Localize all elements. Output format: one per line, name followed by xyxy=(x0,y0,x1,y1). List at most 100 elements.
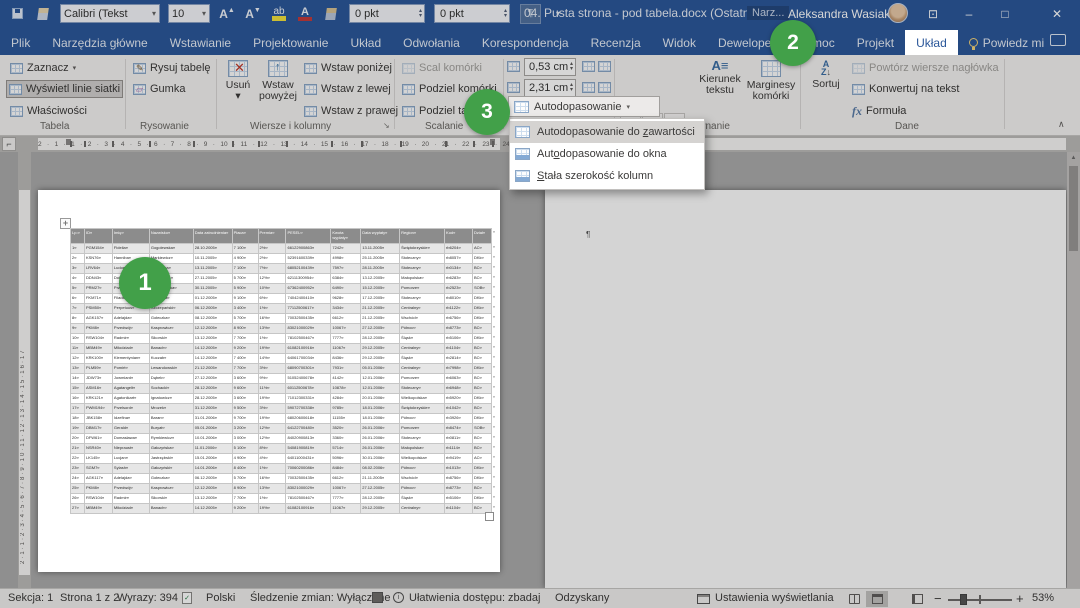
table-cell[interactable]: DKk¤ xyxy=(472,364,491,374)
table-cell[interactable]: 64122700480¤ xyxy=(286,424,331,434)
table-cell[interactable]: 26.01.2006¤ xyxy=(361,424,400,434)
table-cell[interactable]: 10.01.2006¤ xyxy=(193,434,232,444)
table-cell[interactable]: 5 100¤ xyxy=(232,444,258,454)
macro-icon[interactable] xyxy=(372,592,383,603)
table-cell[interactable]: rb1013¤ xyxy=(445,464,473,474)
table-cell[interactable]: 21.11.2005¤ xyxy=(361,474,400,484)
table-cell[interactable]: 01.12.2005¤ xyxy=(193,294,232,304)
tab-recenzja[interactable]: Recenzja xyxy=(580,30,652,55)
table-cell[interactable]: 27.12.2005¤ xyxy=(361,484,400,494)
table-cell[interactable]: Śląsk¤ xyxy=(400,334,445,344)
table-cell[interactable]: 83021000029¤ xyxy=(286,324,331,334)
cell-margins-button[interactable]: Marginesy komórki xyxy=(746,57,796,117)
status-section[interactable]: Sekcja: 1 xyxy=(8,592,53,604)
table-cell[interactable]: Śląsk¤ xyxy=(400,354,445,364)
collapse-ribbon-icon[interactable]: ∧ xyxy=(1058,119,1065,130)
table-cell[interactable]: KRK100¤ xyxy=(84,354,112,364)
table-cell[interactable]: 3 200¤ xyxy=(232,424,258,434)
table-cell[interactable]: 6612¤ xyxy=(331,474,361,484)
tab-odwołania[interactable]: Odwołania xyxy=(392,30,471,55)
table-cell[interactable]: Świętokrzyskie¤ xyxy=(400,404,445,414)
table-cell[interactable]: Adelajda¤ xyxy=(112,474,149,484)
table-cell[interactable]: 28.12.2005¤ xyxy=(193,394,232,404)
table-cell[interactable]: BC¤ xyxy=(472,374,491,384)
table-header-cell[interactable]: Imię¤ xyxy=(112,229,149,244)
comment-icon[interactable] xyxy=(1050,34,1066,46)
document-page-1[interactable]: + Lp.¤ID¤Imię¤Nazwisko¤Data zatrudnienia… xyxy=(38,190,500,572)
table-cell[interactable]: LK145¤ xyxy=(84,454,112,464)
table-cell[interactable]: 5096¤ xyxy=(331,454,361,464)
table-cell[interactable]: 84020900813¤ xyxy=(286,434,331,444)
table-cell[interactable]: rb6204¤ xyxy=(445,244,473,254)
table-cell[interactable]: 77112500617¤ xyxy=(286,304,331,314)
table-cell[interactable]: 4 900¤ xyxy=(232,254,258,264)
table-cell[interactable]: 7 700¤ xyxy=(232,364,258,374)
table-cell[interactable]: 18.01.2006¤ xyxy=(361,404,400,414)
tab-narzędzia-główne[interactable]: Narzędzia główne xyxy=(41,30,158,55)
table-cell[interactable]: Przedwój¤ xyxy=(112,484,149,494)
table-header-cell[interactable]: Kwota wypłaty¤ xyxy=(331,229,361,244)
table-cell[interactable]: rb6756¤ xyxy=(445,314,473,324)
table-cell[interactable]: JBK158¤ xyxy=(84,414,112,424)
table-cell[interactable]: 13.11.2005¤ xyxy=(361,244,400,254)
table-cell[interactable]: Ignatowicz¤ xyxy=(149,394,193,404)
font-name-select[interactable]: Calibri (Tekst ▾ xyxy=(60,4,160,23)
table-cell[interactable]: 3 600¤ xyxy=(232,394,258,404)
table-cell[interactable]: Domasława¤ xyxy=(112,434,149,444)
table-cell[interactable]: 1¤ xyxy=(71,244,85,254)
tab-projekt[interactable]: Projekt xyxy=(846,30,905,55)
table-cell[interactable]: 19%¤ xyxy=(258,414,286,424)
table-cell[interactable]: BC¤ xyxy=(472,484,491,494)
tab-widok[interactable]: Widok xyxy=(652,30,707,55)
zoom-in-button[interactable]: + xyxy=(1016,591,1024,606)
table-cell[interactable]: 4%¤ xyxy=(258,454,286,464)
tab-układ[interactable]: Układ xyxy=(339,30,392,55)
table-cell[interactable]: 14¤ xyxy=(71,374,85,384)
font-color-button[interactable]: A xyxy=(296,5,314,23)
text-direction-button[interactable]: A≡ Kierunek tekstu xyxy=(696,57,744,117)
table-cell[interactable]: 19%¤ xyxy=(258,344,286,354)
table-cell[interactable]: 12¤ xyxy=(71,354,85,364)
table-cell[interactable]: 3 000¤ xyxy=(232,434,258,444)
table-header-cell[interactable]: PESEL¤ xyxy=(286,229,331,244)
table-cell[interactable]: rb7998¤ xyxy=(445,364,473,374)
table-cell[interactable]: 27.12.2005¤ xyxy=(193,374,232,384)
status-accessibility[interactable]: Ułatwienia dostępu: zbadaj xyxy=(409,592,540,604)
table-cell[interactable]: 11¤ xyxy=(71,344,85,354)
table-cell[interactable]: rb2523¤ xyxy=(445,284,473,294)
table-cell[interactable]: Lewandowski¤ xyxy=(149,364,193,374)
spinner-arrows-icon[interactable]: ▴▾ xyxy=(570,83,573,93)
table-cell[interactable]: DDN43¤ xyxy=(84,274,112,284)
table-cell[interactable]: SOB¤ xyxy=(472,284,491,294)
table-cell[interactable]: 7777¤ xyxy=(331,334,361,344)
table-cell[interactable]: Gerald¤ xyxy=(112,424,149,434)
table-cell[interactable]: 26.01.2006¤ xyxy=(361,444,400,454)
table-cell[interactable]: Centralny¤ xyxy=(400,344,445,354)
format-painter-icon[interactable] xyxy=(34,5,52,23)
table-cell[interactable]: 05.01.2006¤ xyxy=(193,424,232,434)
table-cell[interactable]: Kasprowicz¤ xyxy=(149,324,193,334)
table-cell[interactable]: FKM71¤ xyxy=(84,294,112,304)
table-cell[interactable]: 7 100¤ xyxy=(232,244,258,254)
zoom-percentage[interactable]: 53% xyxy=(1032,592,1054,604)
table-cell[interactable]: 8%¤ xyxy=(258,444,286,454)
table-cell[interactable]: 52391600339¤ xyxy=(286,254,331,264)
table-cell[interactable]: Gołeczka¤ xyxy=(149,474,193,484)
table-cell[interactable]: 29.12.2005¤ xyxy=(361,344,400,354)
ruler-column-marker[interactable] xyxy=(149,141,151,147)
table-cell[interactable]: Centralny¤ xyxy=(400,304,445,314)
table-cell[interactable]: 26¤ xyxy=(71,494,85,504)
table-header-cell[interactable]: Dział¤ xyxy=(472,229,491,244)
table-cell[interactable]: 13%¤ xyxy=(258,484,286,494)
table-cell[interactable]: DKk¤ xyxy=(472,294,491,304)
repeat-header-button[interactable]: Powtórz wiersze nagłówka xyxy=(850,59,1001,77)
table-cell[interactable]: Sochacki¤ xyxy=(149,384,193,394)
table-cell[interactable]: 18.01.2006¤ xyxy=(361,414,400,424)
table-cell[interactable]: BC¤ xyxy=(472,344,491,354)
table-cell[interactable]: 2¤ xyxy=(71,254,85,264)
table-cell[interactable]: 9 100¤ xyxy=(232,294,258,304)
table-cell[interactable]: 5 700¤ xyxy=(232,314,258,324)
table-cell[interactable]: 64011000431¤ xyxy=(286,454,331,464)
menu-item-1[interactable]: Autodopasowanie do zawartości xyxy=(510,121,704,143)
vertical-ruler[interactable]: 2·1·1·2·3·4·5·6·7·8·9·10·11·12·13·14·15·… xyxy=(18,152,31,588)
